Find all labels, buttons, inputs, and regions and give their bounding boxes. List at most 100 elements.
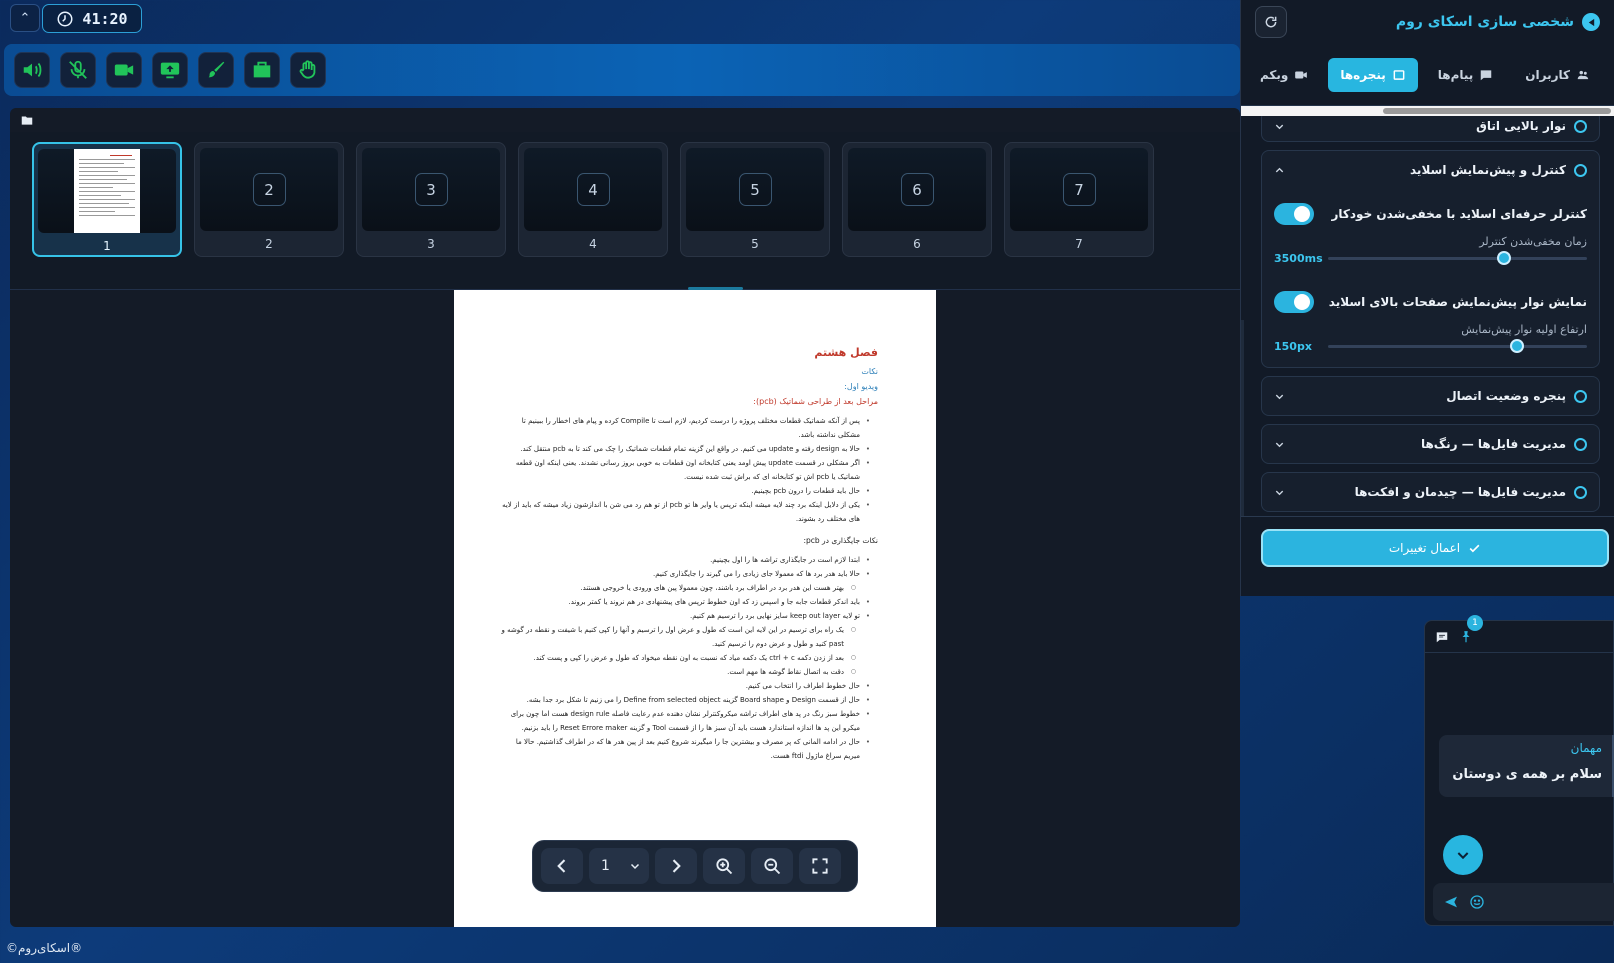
section-header[interactable]: کنترل و پیش‌نمایش اسلاید [1262, 151, 1599, 189]
page-thumbnail[interactable]: 7 7 [1004, 142, 1154, 257]
panel-title: شخصی سازی اسکای روم [1396, 13, 1600, 31]
camera-button[interactable] [106, 52, 142, 88]
radio-icon [1574, 437, 1587, 451]
whiteboard-button[interactable] [198, 52, 234, 88]
setting-sublabel: زمان مخفی‌شدن کنترلر [1479, 235, 1587, 248]
preview-bar-toggle[interactable] [1274, 291, 1314, 313]
previous-page-button[interactable] [541, 848, 583, 884]
window-icon [1393, 69, 1405, 80]
chevron-down-icon [1457, 852, 1469, 860]
pin-badge: 1 [1467, 615, 1483, 631]
tabs-scrollbar[interactable] [1241, 106, 1614, 116]
raise-hand-button[interactable] [290, 52, 326, 88]
page-thumbnail[interactable]: 4 4 [518, 142, 668, 257]
section-title: نوار بالایی اتاق [1476, 119, 1566, 133]
chat-input-bar[interactable] [1433, 883, 1614, 921]
section-files-colors[interactable]: مدیریت فایل‌ها — رنگ‌ها [1261, 424, 1600, 464]
setting-sublabel: ارتفاع اولیه نوار پیش‌نمایش [1461, 323, 1587, 336]
scroll-to-bottom-button[interactable] [1443, 835, 1483, 875]
tab-label: پنجره‌ها [1340, 67, 1386, 82]
folder-icon[interactable] [20, 113, 34, 127]
thumbnail-preview: 4 [524, 148, 662, 231]
preview-height-slider[interactable] [1328, 339, 1587, 353]
page-thumbnail[interactable]: 3 3 [356, 142, 506, 257]
send-icon[interactable] [1443, 894, 1459, 910]
thumbnail-label: 2 [265, 237, 273, 251]
page-select[interactable]: 1 [589, 848, 649, 884]
doc-line: نکات [861, 367, 878, 376]
customization-panel: شخصی سازی اسکای روم کاربران پیام‌ها پنجر… [1240, 0, 1614, 596]
speaker-button[interactable] [14, 52, 50, 88]
page-thumbnail[interactable]: 1 [32, 142, 182, 257]
chevron-up-icon: ⌃ [19, 10, 31, 26]
next-page-button[interactable] [655, 848, 697, 884]
screen-share-button[interactable] [152, 52, 188, 88]
tab-webcam[interactable]: وبکم [1248, 58, 1320, 92]
refresh-icon [1265, 16, 1277, 28]
slider-knob[interactable] [1510, 339, 1525, 353]
chevron-down-icon [1275, 124, 1284, 129]
doc-list-item: حالا به design رفته و update می کنیم. در… [500, 442, 870, 456]
chevron-down-icon [1275, 394, 1284, 399]
doc-list-item: تو لایه keep out layer سایز نهایی برد را… [500, 609, 870, 623]
tab-messages[interactable]: پیام‌ها [1426, 58, 1506, 92]
document-page: فصل هشتم نکات ویدیو اول: مراحل بعد از طر… [454, 290, 936, 927]
zoom-out-icon [764, 858, 781, 875]
zoom-in-icon [716, 858, 733, 875]
tab-label: وبکم [1259, 67, 1289, 82]
doc-list-item: یکی از دلایل اینکه برد چند لایه میشه این… [500, 498, 870, 526]
panel-header: شخصی سازی اسکای روم [1241, 0, 1614, 44]
collapse-toolbar-button[interactable]: ⌃ [10, 4, 40, 32]
page-thumbnail[interactable]: 2 2 [194, 142, 344, 257]
zoom-in-button[interactable] [703, 848, 745, 884]
chat-icon[interactable] [1435, 630, 1449, 644]
tab-users[interactable]: کاربران [1513, 58, 1602, 92]
emoji-icon[interactable] [1469, 894, 1485, 910]
panel-scrollbar[interactable] [1241, 320, 1244, 520]
microphone-button[interactable] [60, 52, 96, 88]
pro-control-toggle[interactable] [1274, 203, 1314, 225]
document-page-preview [74, 149, 140, 233]
fullscreen-button[interactable] [799, 848, 841, 884]
apply-changes-button[interactable]: اعمال تغییرات [1261, 529, 1609, 567]
section-connection[interactable]: پنجره وضعیت اتصال [1261, 376, 1600, 416]
doc-list-item: حال خطوط اطراف را انتخاب می کنیم. [500, 679, 870, 693]
thumbnail-preview: 3 [362, 148, 500, 231]
radio-icon [1574, 163, 1587, 177]
doc-list-item: ابتدا لازم است در جایگذاری تراشه ها را ا… [500, 553, 870, 567]
doc-list: پس از آنکه شماتیک قطعات مختلف پروژه را د… [500, 414, 878, 526]
chat-message: مهمان سلام بر همه ی دوستان [1439, 735, 1614, 797]
tab-windows[interactable]: پنجره‌ها [1328, 57, 1418, 92]
reset-button[interactable] [1255, 6, 1287, 38]
users-icon [1577, 70, 1589, 79]
hide-delay-slider[interactable] [1328, 251, 1587, 265]
doc-subheading: نکات جایگذاری در pcb: [803, 536, 878, 545]
zoom-out-button[interactable] [751, 848, 793, 884]
radio-icon [1574, 119, 1587, 133]
hand-raise-icon [299, 60, 316, 79]
page-thumbnails: 1 2 2 3 3 4 4 5 5 6 6 7 7 [10, 132, 1240, 290]
thumbnail-number: 3 [414, 173, 448, 206]
page-thumbnail[interactable]: 5 5 [680, 142, 830, 257]
clock-icon [57, 11, 73, 26]
doc-list-item: پس از آنکه شماتیک قطعات مختلف پروژه را د… [500, 414, 870, 442]
chevron-down-icon [630, 863, 640, 870]
files-button[interactable] [244, 52, 280, 88]
panel-body: نوار بالایی اتاق کنترل و پیش‌نمایش اسلای… [1241, 116, 1614, 516]
presentation-workspace: 1 2 2 3 3 4 4 5 5 6 6 7 7 فصل هشتم نکات … [10, 108, 1240, 927]
tab-label: پیام‌ها [1437, 67, 1474, 82]
message-sender: مهمان [1570, 741, 1602, 755]
message-icon [1481, 69, 1492, 80]
scrollbar-thumb[interactable] [1383, 108, 1611, 114]
thumbnail-label: 5 [751, 237, 759, 251]
slider-knob[interactable] [1497, 251, 1512, 265]
page-thumbnail[interactable]: 6 6 [842, 142, 992, 257]
section-title: مدیریت فایل‌ها — چیدمان و افکت‌ها [1354, 485, 1566, 499]
workspace-header [10, 108, 1240, 132]
pin-icon[interactable] [1459, 630, 1473, 644]
section-top-bar[interactable]: نوار بالایی اتاق [1261, 116, 1600, 142]
section-slide-control: کنترل و پیش‌نمایش اسلاید کنترلر حرفه‌ای … [1261, 150, 1600, 368]
panel-title-text: شخصی سازی اسکای روم [1395, 14, 1574, 30]
doc-list-item: حال باید قطعات را درون pcb بچینیم. [500, 484, 870, 498]
section-files-layout[interactable]: مدیریت فایل‌ها — چیدمان و افکت‌ها [1261, 472, 1600, 512]
